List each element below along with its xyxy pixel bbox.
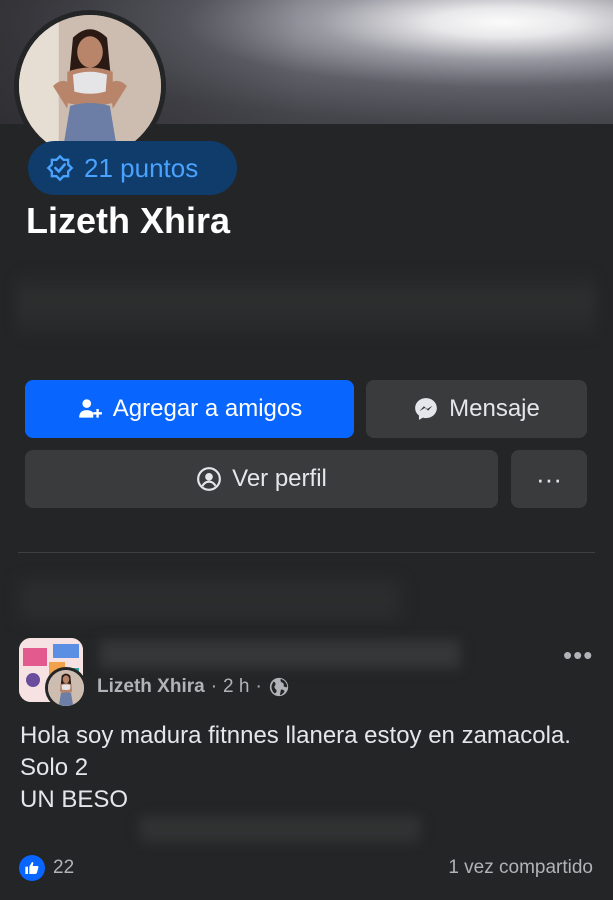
post-text: Hola soy madura fitnnes llanera estoy en… bbox=[20, 720, 595, 816]
points-label: 21 puntos bbox=[84, 152, 199, 183]
profile-name: Lizeth Xhira bbox=[26, 200, 231, 241]
reaction-count: 22 bbox=[53, 857, 75, 878]
post-text-line: Hola soy madura fitnnes llanera estoy en… bbox=[20, 722, 571, 749]
meta-separator: · bbox=[210, 676, 218, 697]
view-profile-button[interactable]: Ver perfil bbox=[25, 450, 498, 508]
meta-separator: · bbox=[255, 676, 262, 697]
points-badge[interactable]: 21 puntos bbox=[28, 141, 237, 195]
blurred-group-name bbox=[100, 640, 460, 668]
post-time[interactable]: 2 h bbox=[223, 676, 249, 698]
post-author[interactable]: Lizeth Xhira bbox=[97, 676, 205, 698]
reactions-summary[interactable]: 22 bbox=[19, 855, 74, 881]
profile-avatar[interactable] bbox=[14, 10, 166, 162]
user-circle-icon bbox=[197, 467, 222, 491]
add-friend-button[interactable]: Agregar a amigos bbox=[25, 380, 354, 438]
messenger-icon bbox=[415, 398, 437, 420]
badge-check-icon bbox=[46, 154, 74, 182]
share-count[interactable]: 1 vez compartido bbox=[448, 857, 593, 879]
blurred-content bbox=[16, 270, 596, 340]
view-profile-label: Ver perfil bbox=[232, 465, 327, 492]
more-options-icon: ··· bbox=[536, 463, 562, 494]
add-friend-label: Agregar a amigos bbox=[112, 395, 303, 422]
person-add-icon bbox=[78, 399, 102, 418]
blurred-content bbox=[140, 816, 420, 842]
post-options-icon[interactable]: ••• bbox=[563, 640, 593, 671]
avatar-image bbox=[19, 15, 161, 157]
post-meta: Lizeth Xhira · 2 h · bbox=[97, 676, 290, 698]
author-avatar[interactable] bbox=[45, 667, 87, 709]
section-divider bbox=[18, 552, 595, 553]
thumbs-up-icon bbox=[19, 855, 45, 881]
author-avatar-image bbox=[48, 670, 84, 706]
message-button[interactable]: Mensaje bbox=[366, 380, 587, 438]
post-text-line: Solo 2 bbox=[20, 754, 89, 781]
more-options-button[interactable]: ··· bbox=[511, 450, 587, 508]
message-label: Mensaje bbox=[449, 395, 540, 422]
blurred-content bbox=[20, 580, 400, 620]
post-text-line: UN BESO bbox=[20, 786, 129, 813]
globe-icon bbox=[269, 677, 288, 697]
